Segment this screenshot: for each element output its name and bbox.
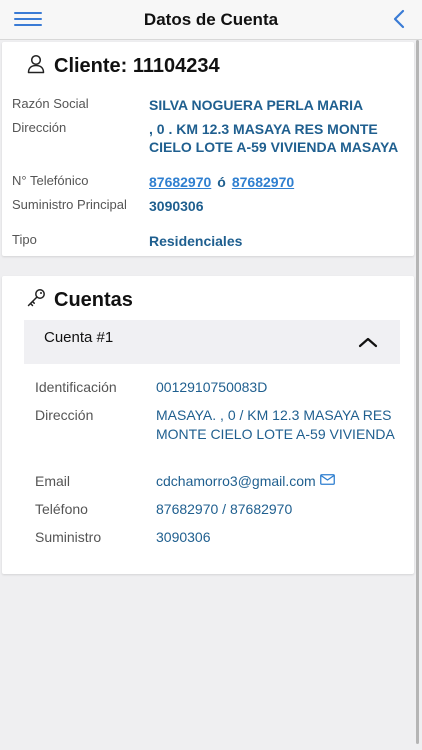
telefono-value: 87682970 ó 87682970: [149, 173, 414, 191]
telefono-label: N° Telefónico: [12, 173, 89, 188]
cuenta-direccion-value: MASAYA. , 0 / KM 12.3 MASAYA RES MONTE C…: [156, 407, 395, 442]
chevron-left-icon[interactable]: [390, 8, 408, 30]
scrollbar[interactable]: [416, 40, 419, 744]
mail-icon[interactable]: [319, 474, 335, 485]
identificacion-value: 0012910750083D: [156, 379, 268, 395]
cuenta-suministro-value: 3090306: [156, 529, 211, 545]
page-title: Datos de Cuenta: [143, 10, 279, 29]
cliente-title: Cliente: 11104234: [26, 54, 220, 78]
cuentas-title-text: Cuentas: [54, 289, 133, 311]
cuenta-telefono-label: Teléfono: [35, 501, 88, 517]
cuenta-accordion-header[interactable]: Cuenta #1: [24, 320, 400, 364]
cuenta-telefono-value: 87682970 / 87682970: [156, 501, 293, 517]
cuentas-card: Cuentas Cuenta #1 Identificación 0012910…: [2, 276, 414, 574]
person-icon: [27, 54, 45, 74]
top-navigation-bar: Datos de Cuenta: [0, 0, 422, 40]
tipo-value: Residenciales: [149, 233, 243, 249]
account-details-screen: Datos de Cuenta Cliente: 11104234 Razón …: [0, 0, 422, 750]
cuenta-accordion-title: Cuenta #1: [44, 329, 114, 346]
direccion-value: , 0 . KM 12.3 MASAYA RES MONTE CIELO LOT…: [149, 121, 399, 155]
razon-social-label: Razón Social: [12, 96, 89, 111]
email-text[interactable]: cdchamorro3@gmail.com: [156, 473, 316, 489]
cuenta-suministro-label: Suministro: [35, 529, 102, 545]
phone-separator: ó: [217, 174, 226, 190]
tipo-label: Tipo: [12, 232, 37, 247]
chevron-up-icon[interactable]: [358, 336, 378, 348]
direccion-label: Dirección: [12, 120, 67, 135]
key-icon: [27, 289, 45, 307]
phone-link-1[interactable]: 87682970: [149, 174, 211, 190]
cuentas-title: Cuentas: [26, 288, 133, 312]
email-value: cdchamorro3@gmail.com: [156, 472, 406, 491]
suministro-principal-value: 3090306: [149, 198, 204, 214]
cuenta-direccion-label: Dirección: [35, 407, 94, 423]
phone-link-2[interactable]: 87682970: [232, 174, 294, 190]
razon-social-value: SILVA NOGUERA PERLA MARIA: [149, 97, 364, 113]
suministro-principal-label: Suministro Principal: [12, 197, 127, 212]
identificacion-label: Identificación: [35, 379, 117, 395]
cliente-card: Cliente: 11104234 Razón Social SILVA NOG…: [2, 42, 414, 256]
cliente-title-text: Cliente: 11104234: [54, 55, 220, 77]
email-label: Email: [35, 473, 71, 489]
